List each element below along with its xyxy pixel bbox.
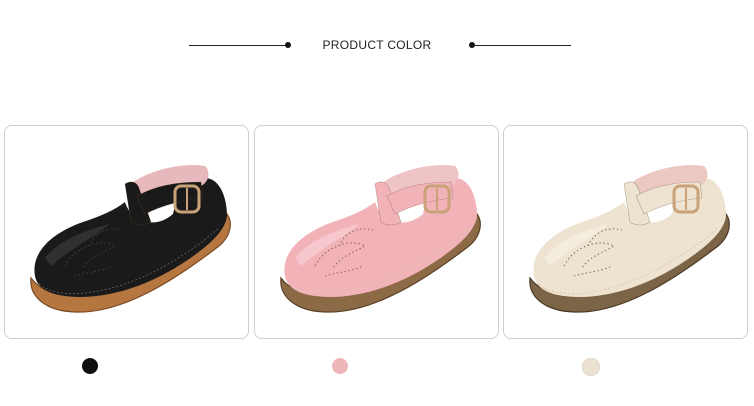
shoe-image-black bbox=[30, 164, 231, 313]
shoe bbox=[30, 164, 231, 313]
header-line-right bbox=[472, 45, 571, 46]
color-swatch-pink[interactable] bbox=[332, 358, 348, 374]
product-card-beige[interactable] bbox=[503, 125, 748, 339]
header-dot-left bbox=[285, 42, 291, 48]
header-line-left bbox=[189, 45, 288, 46]
shoe bbox=[280, 164, 481, 313]
product-card-black[interactable] bbox=[4, 125, 249, 339]
shoe-image-beige bbox=[529, 164, 730, 313]
section-header: PRODUCT COLOR bbox=[0, 36, 754, 56]
color-swatch-beige[interactable] bbox=[582, 358, 600, 376]
section-title: PRODUCT COLOR bbox=[322, 38, 432, 52]
color-swatch-black[interactable] bbox=[82, 358, 98, 374]
product-card-pink[interactable] bbox=[254, 125, 499, 339]
shoe-image-pink bbox=[280, 164, 481, 313]
shoe bbox=[529, 164, 730, 313]
